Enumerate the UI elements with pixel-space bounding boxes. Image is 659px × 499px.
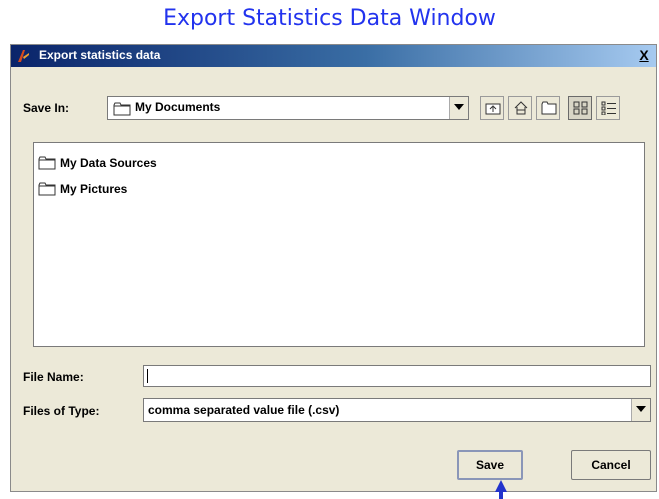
list-view-button[interactable] <box>568 96 592 120</box>
save-in-dropdown[interactable]: My Documents <box>107 96 469 120</box>
home-icon <box>514 101 528 115</box>
up-one-level-button[interactable] <box>480 96 504 120</box>
close-icon[interactable]: X <box>636 47 652 63</box>
list-item-my-data-sources[interactable]: My Data Sources <box>38 153 238 173</box>
list-item-my-pictures[interactable]: My Pictures <box>38 179 238 199</box>
details-view-button[interactable] <box>596 96 620 120</box>
dialog-title: Export statistics data <box>39 48 161 62</box>
cancel-button[interactable]: Cancel <box>571 450 651 480</box>
dialog-titlebar[interactable]: Export statistics data X <box>11 45 656 67</box>
file-type-dropdown[interactable]: comma separated value file (.csv) <box>143 398 651 422</box>
export-dialog: Export statistics data X Save In: My Doc… <box>10 44 657 492</box>
page-caption: Export Statistics Data Window <box>163 6 496 31</box>
text-caret <box>147 369 148 383</box>
chevron-down-icon <box>454 104 464 110</box>
file-name-field[interactable] <box>143 365 651 387</box>
file-type-dropdown-arrow[interactable] <box>631 399 650 421</box>
list-item-label: My Data Sources <box>60 156 157 170</box>
file-type-label: Files of Type: <box>23 404 100 418</box>
folder-icon <box>113 102 131 116</box>
folder-icon <box>38 182 56 196</box>
file-type-value: comma separated value file (.csv) <box>148 403 340 417</box>
pointer-arrow-icon <box>495 480 507 499</box>
list-view-icon <box>573 101 588 115</box>
chevron-down-icon <box>636 406 646 412</box>
save-in-label: Save In: <box>23 101 70 115</box>
list-item-label: My Pictures <box>60 182 128 196</box>
new-folder-button[interactable] <box>536 96 560 120</box>
file-name-label: File Name: <box>23 370 84 384</box>
save-button[interactable]: Save <box>457 450 523 480</box>
save-in-dropdown-arrow[interactable] <box>449 97 468 119</box>
java-app-icon <box>18 50 29 62</box>
home-button[interactable] <box>508 96 532 120</box>
details-view-icon <box>601 101 616 115</box>
file-list[interactable]: My Data Sources My Pictures <box>33 142 645 347</box>
new-folder-icon <box>541 101 557 115</box>
save-in-value: My Documents <box>135 100 221 114</box>
up-one-level-icon <box>485 103 501 115</box>
folder-icon <box>38 156 56 170</box>
